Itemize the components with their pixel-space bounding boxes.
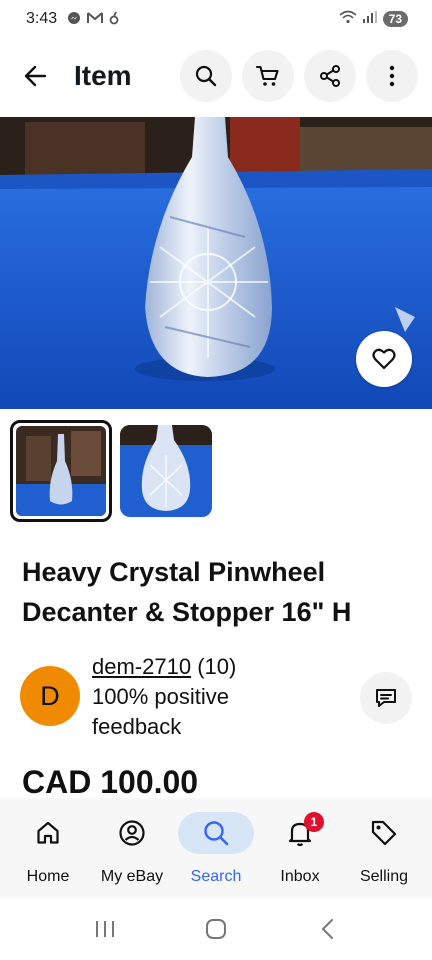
bottom-navigation: Home My eBay Search 1 Inbox Selling <box>0 798 432 898</box>
nav-selling-label: Selling <box>359 868 409 885</box>
home-system-button[interactable] <box>186 909 246 949</box>
nav-my-ebay-label: My eBay <box>100 868 164 885</box>
item-price: CAD 100.00 <box>22 764 199 800</box>
thumbnail-1[interactable] <box>10 420 112 522</box>
seller-avatar[interactable]: D <box>20 666 80 726</box>
seller-name-row: dem-2710 (10) <box>92 652 322 682</box>
seller-name-link[interactable]: dem-2710 <box>92 654 191 679</box>
main-product-image[interactable] <box>0 117 432 409</box>
sync-icon <box>109 11 119 28</box>
seller-rating-count: (10) <box>197 654 237 679</box>
item-title: Heavy Crystal Pinwheel Decanter & Stoppe… <box>22 557 352 627</box>
tag-icon <box>371 820 397 846</box>
search-icon <box>204 821 229 846</box>
heart-icon <box>372 348 396 370</box>
seller-card: D dem-2710 (10) 100% positive feedback <box>20 650 420 750</box>
seller-feedback: 100% positive feedback <box>92 684 229 739</box>
cart-button[interactable] <box>242 50 294 102</box>
nav-inbox[interactable]: 1 Inbox <box>258 798 342 898</box>
status-time: 3:43 <box>26 10 58 27</box>
share-icon <box>320 65 340 87</box>
more-options-button[interactable] <box>366 50 418 102</box>
cart-icon <box>255 65 279 86</box>
arrow-left-icon <box>24 65 47 87</box>
account-icon <box>119 820 145 846</box>
nav-my-ebay-icon-wrap <box>94 812 170 854</box>
thumbnail-2[interactable] <box>120 425 212 517</box>
nav-inbox-icon-wrap: 1 <box>262 812 338 854</box>
recent-apps-button[interactable] <box>75 909 135 949</box>
inbox-badge: 1 <box>304 812 324 832</box>
thumbnail-1-image <box>16 426 106 516</box>
search-icon <box>195 65 217 87</box>
messenger-icon <box>67 11 81 28</box>
page-title: Item <box>74 60 132 91</box>
chevron-left-icon <box>321 919 333 939</box>
wifi-icon <box>339 10 357 29</box>
app-bar: Item <box>0 44 432 108</box>
recent-apps-icon <box>96 921 115 937</box>
nav-selling[interactable]: Selling <box>342 798 426 898</box>
nav-home-label: Home <box>26 868 70 885</box>
home-icon <box>37 821 59 844</box>
back-button[interactable] <box>8 48 64 104</box>
gmail-icon <box>87 11 104 27</box>
nav-inbox-label: Inbox <box>280 868 320 885</box>
share-button[interactable] <box>304 50 356 102</box>
status-left: 3:43 <box>26 10 119 28</box>
signal-icon <box>362 10 377 28</box>
image-thumbnails <box>10 420 212 522</box>
nav-search-icon-wrap <box>178 812 254 854</box>
nav-search-label: Search <box>190 868 242 885</box>
more-vertical-icon <box>389 65 395 87</box>
system-navigation-bar <box>0 898 432 960</box>
status-right: 73 <box>339 10 408 29</box>
contact-seller-button[interactable] <box>360 672 412 724</box>
add-to-watchlist-button[interactable] <box>356 331 412 387</box>
battery-indicator: 73 <box>382 11 408 27</box>
nav-selling-icon-wrap <box>346 812 422 854</box>
message-icon <box>376 689 396 707</box>
seller-info: dem-2710 (10) 100% positive feedback <box>92 652 322 742</box>
thumbnail-2-image <box>120 425 212 517</box>
home-square-icon <box>205 919 226 939</box>
search-button[interactable] <box>180 50 232 102</box>
status-bar: 3:43 73 <box>0 0 432 38</box>
nav-search[interactable]: Search <box>174 798 258 898</box>
nav-my-ebay[interactable]: My eBay <box>90 798 174 898</box>
system-back-button[interactable] <box>297 909 357 949</box>
nav-home-icon-wrap <box>10 812 86 854</box>
nav-home[interactable]: Home <box>6 798 90 898</box>
